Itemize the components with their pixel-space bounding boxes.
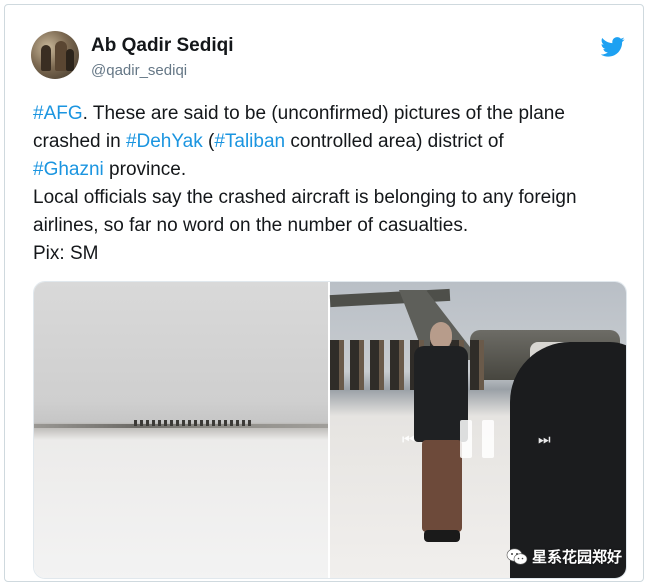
pause-bar — [460, 420, 472, 458]
man-head — [430, 322, 452, 348]
foreground-person — [510, 342, 626, 578]
tweet-text-segment: ( — [202, 131, 215, 152]
author-handle[interactable]: @qadir_sediqi — [91, 62, 187, 79]
avatar[interactable] — [31, 31, 79, 79]
hashtag-dehyak[interactable]: #DehYak — [126, 131, 203, 152]
avatar-figure — [66, 49, 74, 71]
pause-icon[interactable] — [460, 420, 494, 458]
tweet-line: #AFG. These are said to be (unconfirmed)… — [33, 100, 633, 128]
author-display-name[interactable]: Ab Qadir Sediqi — [91, 35, 234, 57]
tweet-line: Local officials say the crashed aircraft… — [33, 187, 577, 208]
wechat-icon — [506, 548, 528, 565]
crash-site-video[interactable]: ⏮ ⏭ — [329, 282, 626, 578]
tweet-line: Pix: SM — [33, 243, 99, 264]
hashtag-afg[interactable]: #AFG — [33, 103, 83, 124]
tweet-line: airlines, so far no word on the number o… — [33, 215, 469, 236]
tweet-line: #Ghazni province. — [33, 156, 633, 184]
watermark-text: 星系花园郑好 — [532, 548, 623, 566]
man-legs — [422, 440, 462, 532]
tweet-card: Ab Qadir Sediqi @qadir_sediqi #AFG. Thes… — [4, 4, 644, 582]
tweet-text-segment: . These are said to be (unconfirmed) pic… — [82, 103, 565, 124]
watermark: 星系花园郑好 — [506, 546, 622, 567]
tweet-text: #AFG. These are said to be (unconfirmed)… — [33, 100, 633, 268]
man-feet — [424, 530, 460, 542]
avatar-figure — [41, 45, 51, 71]
twitter-bird-icon[interactable] — [601, 37, 625, 57]
tweet-line: crashed in #DehYak (#Taliban controlled … — [33, 128, 633, 156]
fast-forward-icon[interactable]: ⏭ — [538, 432, 556, 446]
rewind-icon[interactable]: ⏮ — [402, 432, 420, 446]
hashtag-taliban[interactable]: #Taliban — [214, 131, 285, 152]
tweet-text-segment: province. — [103, 159, 187, 180]
distant-crowd — [134, 420, 254, 426]
tweet-text-segment: controlled area) district of — [285, 131, 504, 152]
pause-bar — [482, 420, 494, 458]
crash-site-photo-snowfield[interactable] — [34, 282, 328, 578]
tweet-text-segment: crashed in — [33, 131, 126, 152]
hashtag-ghazni[interactable]: #Ghazni — [33, 159, 104, 180]
tweet-media[interactable]: ⏮ ⏭ — [33, 281, 627, 579]
